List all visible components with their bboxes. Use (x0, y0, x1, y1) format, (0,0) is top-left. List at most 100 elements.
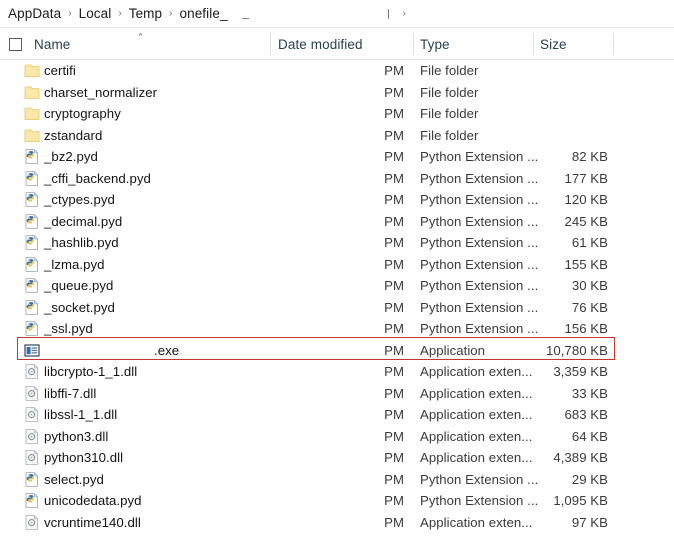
file-row[interactable]: _queue.pydPMPython Extension ...30 KB (0, 275, 674, 297)
breadcrumb-separator-trailing[interactable]: › (396, 9, 413, 19)
file-type: File folder (420, 60, 478, 82)
file-row[interactable]: .exePMApplication10,780 KB (0, 340, 674, 362)
file-name[interactable]: _queue.pyd (44, 275, 113, 297)
breadcrumb-item-appdata[interactable]: AppData (8, 6, 61, 21)
breadcrumb[interactable]: AppData › Local › Temp › onefile_ › (0, 0, 674, 28)
file-date-modified: PM (278, 512, 404, 534)
file-row[interactable]: _decimal.pydPMPython Extension ...245 KB (0, 211, 674, 233)
breadcrumb-item-onefile[interactable]: onefile_ (179, 6, 227, 21)
file-name[interactable]: unicodedata.pyd (44, 490, 142, 512)
file-row[interactable]: _ssl.pydPMPython Extension ...156 KB (0, 318, 674, 340)
file-size: 156 KB (500, 318, 608, 340)
file-row[interactable]: zstandard PM File folder (0, 125, 674, 147)
file-date-modified: PM (278, 383, 404, 405)
file-name[interactable]: _lzma.pyd (44, 254, 105, 276)
file-type: File folder (420, 82, 478, 104)
dll-file-icon (24, 450, 40, 465)
file-name[interactable]: libssl-1_1.dll (44, 404, 117, 426)
file-type: File folder (420, 103, 478, 125)
file-name[interactable]: _hashlib.pyd (44, 232, 119, 254)
file-name[interactable]: _bz2.pyd (44, 146, 98, 168)
breadcrumb-tail[interactable]: › (388, 9, 413, 19)
file-name[interactable]: libffi-7.dll (44, 383, 96, 405)
file-row[interactable]: _socket.pydPMPython Extension ...76 KB (0, 297, 674, 319)
file-name[interactable]: python3.dll (44, 426, 108, 448)
file-date-modified: PM (278, 426, 404, 448)
file-name[interactable]: vcruntime140.dll (44, 512, 141, 534)
file-date-modified: PM (278, 232, 404, 254)
column-header-size[interactable]: Size (540, 28, 567, 60)
file-list[interactable]: certifiPMFile foldercharset_normalizerPM… (0, 60, 674, 560)
file-row[interactable]: python310.dllPMApplication exten...4,389… (0, 447, 674, 469)
file-date-modified: PM (278, 318, 404, 340)
file-row[interactable]: libffi-7.dllPMApplication exten...33 KB (0, 383, 674, 405)
breadcrumb-item-temp[interactable]: Temp (129, 6, 162, 21)
python-file-icon (24, 149, 40, 164)
file-size (500, 125, 608, 147)
column-header-date-modified[interactable]: Date modified (278, 28, 363, 60)
python-file-icon (24, 171, 40, 186)
file-size: 64 KB (500, 426, 608, 448)
file-date-modified: PM (278, 211, 404, 233)
file-date-modified: PM (278, 60, 404, 82)
file-name[interactable]: _ctypes.pyd (44, 189, 115, 211)
file-size: 97 KB (500, 512, 608, 534)
breadcrumb-item-local[interactable]: Local (79, 6, 112, 21)
file-date-modified: PM (278, 275, 404, 297)
file-row[interactable]: _lzma.pydPMPython Extension ...155 KB (0, 254, 674, 276)
column-divider[interactable] (533, 33, 534, 55)
column-header-name[interactable]: Name (34, 28, 70, 60)
column-divider[interactable] (270, 33, 271, 55)
column-header-row: Name ˄ Date modified Type Size (0, 28, 674, 60)
file-row[interactable]: vcruntime140.dllPMApplication exten...97… (0, 512, 674, 534)
file-size (500, 103, 608, 125)
select-all-checkbox[interactable] (9, 38, 22, 51)
file-extension: .exe (154, 343, 179, 358)
file-row[interactable]: libssl-1_1.dllPMApplication exten...683 … (0, 404, 674, 426)
file-size: 177 KB (500, 168, 608, 190)
file-name[interactable]: _ssl.pyd (44, 318, 93, 340)
file-name[interactable]: select.pyd (44, 469, 104, 491)
column-header-type[interactable]: Type (420, 28, 450, 60)
file-size: 155 KB (500, 254, 608, 276)
python-file-icon (24, 235, 40, 250)
file-date-modified: PM (278, 469, 404, 491)
dll-file-icon (24, 407, 40, 422)
file-size: 10,780 KB (500, 340, 608, 362)
python-file-icon (24, 278, 40, 293)
file-row[interactable]: libcrypto-1_1.dllPMApplication exten...3… (0, 361, 674, 383)
file-type: Application (420, 340, 485, 362)
file-row[interactable]: _hashlib.pydPMPython Extension ...61 KB (0, 232, 674, 254)
breadcrumb-redacted-segment (228, 7, 270, 20)
column-divider[interactable] (413, 33, 414, 55)
dll-file-icon (24, 429, 40, 444)
file-row[interactable]: python3.dllPMApplication exten...64 KB (0, 426, 674, 448)
file-name[interactable]: _socket.pyd (44, 297, 115, 319)
file-row[interactable]: _bz2.pydPMPython Extension ...82 KB (0, 146, 674, 168)
file-row[interactable]: select.pydPMPython Extension ...29 KB (0, 469, 674, 491)
file-row[interactable]: _ctypes.pydPMPython Extension ...120 KB (0, 189, 674, 211)
file-name[interactable]: charset_normalizer (44, 82, 157, 104)
file-type: File folder (420, 125, 478, 147)
file-name[interactable]: zstandard (44, 125, 102, 147)
file-name[interactable]: certifi (44, 60, 76, 82)
file-size: 683 KB (500, 404, 608, 426)
file-name[interactable]: python310.dll (44, 447, 123, 469)
file-row[interactable]: certifi PM File folder (0, 60, 674, 82)
python-file-icon (24, 493, 40, 508)
file-row[interactable]: unicodedata.pydPMPython Extension ...1,0… (0, 490, 674, 512)
file-name[interactable]: cryptography (44, 103, 121, 125)
file-name[interactable]: .exe (44, 340, 179, 362)
file-size: 33 KB (500, 383, 608, 405)
file-name[interactable]: libcrypto-1_1.dll (44, 361, 137, 383)
file-name[interactable]: _decimal.pyd (44, 211, 122, 233)
application-icon (24, 343, 40, 358)
file-date-modified: PM (278, 254, 404, 276)
file-name[interactable]: _cffi_backend.pyd (44, 168, 151, 190)
file-row[interactable]: cryptographyPMFile folder (0, 103, 674, 125)
file-row[interactable]: _cffi_backend.pydPMPython Extension ...1… (0, 168, 674, 190)
python-file-icon (24, 192, 40, 207)
file-row[interactable]: charset_normalizerPMFile folder (0, 82, 674, 104)
file-date-modified: PM (278, 125, 404, 147)
column-divider[interactable] (613, 33, 614, 55)
